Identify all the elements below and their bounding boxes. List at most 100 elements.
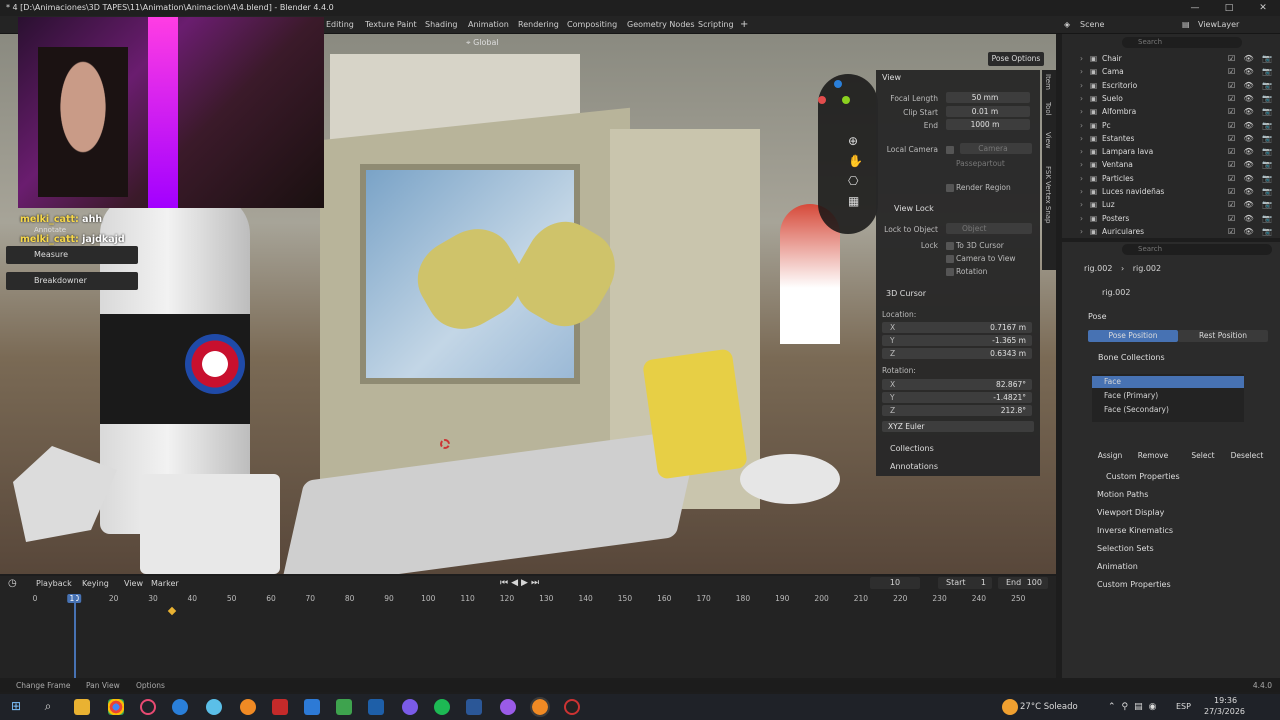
keying-menu[interactable]: Keying xyxy=(82,579,109,588)
transform-orientation-select[interactable]: Global xyxy=(473,38,499,47)
inverse-kinematics-section[interactable]: Inverse Kinematics xyxy=(1097,526,1173,535)
selection-sets-section[interactable]: Selection Sets xyxy=(1097,544,1154,553)
edge-icon[interactable] xyxy=(172,699,188,715)
expand-arrow-icon[interactable]: › xyxy=(1080,105,1083,118)
expand-arrow-icon[interactable]: › xyxy=(1080,225,1083,238)
chat-app-icon[interactable] xyxy=(500,699,516,715)
expand-arrow-icon[interactable]: › xyxy=(1080,172,1083,185)
exclude-checkbox-icon[interactable]: ☑ xyxy=(1228,185,1235,198)
outliner-item[interactable]: › ▣ Chair ☑ 👁 📷 xyxy=(1062,52,1280,65)
weather-text[interactable]: 27°C Soleado xyxy=(1020,702,1078,712)
current-frame-field[interactable]: 10 xyxy=(870,577,920,589)
camera-icon[interactable]: 📷 xyxy=(1262,65,1272,78)
visibility-toggles[interactable]: ☑ 👁 📷 xyxy=(1228,212,1272,225)
app-icon[interactable] xyxy=(206,699,222,715)
video-editor-icon[interactable] xyxy=(272,699,288,715)
outliner-item[interactable]: › ▣ Ventana ☑ 👁 📷 xyxy=(1062,158,1280,171)
3d-cursor-title[interactable]: 3D Cursor xyxy=(886,289,926,298)
camera-icon[interactable]: 📷 xyxy=(1262,92,1272,105)
pose-section-title[interactable]: Pose xyxy=(1088,312,1107,321)
keyframe-icon[interactable] xyxy=(167,606,177,616)
view-layer-icon[interactable]: ▤ xyxy=(1182,16,1190,34)
eye-icon[interactable]: 👁 xyxy=(1244,145,1254,158)
file-explorer-icon[interactable] xyxy=(74,699,90,715)
visibility-toggles[interactable]: ☑ 👁 📷 xyxy=(1228,119,1272,132)
playhead[interactable] xyxy=(74,594,76,678)
breadcrumb-object[interactable]: rig.002 xyxy=(1084,264,1112,273)
exclude-checkbox-icon[interactable]: ☑ xyxy=(1228,79,1235,92)
tool-breakdowner[interactable]: Breakdowner xyxy=(6,272,138,290)
outliner-search[interactable]: Search xyxy=(1122,37,1242,48)
z-axis-icon[interactable] xyxy=(834,80,842,88)
chrome-icon[interactable] xyxy=(108,699,124,715)
focal-length-field[interactable]: 50 mm xyxy=(946,92,1030,103)
tool-measure[interactable]: Measure xyxy=(6,246,138,264)
outliner-item[interactable]: › ▣ Particles ☑ 👁 📷 xyxy=(1062,172,1280,185)
tab-compositing[interactable]: Compositing xyxy=(567,16,617,34)
expand-arrow-icon[interactable]: › xyxy=(1080,198,1083,211)
timeline-editor-type-icon[interactable]: ◷ xyxy=(8,578,17,589)
exclude-checkbox-icon[interactable]: ☑ xyxy=(1228,212,1235,225)
add-workspace-button[interactable]: + xyxy=(740,16,748,34)
collections-section[interactable]: Collections xyxy=(890,444,934,453)
rest-position-button[interactable]: Rest Position xyxy=(1178,330,1268,342)
outliner-item[interactable]: › ▣ Lampara lava ☑ 👁 📷 xyxy=(1062,145,1280,158)
outliner-item[interactable]: › ▣ Luces navideñas ☑ 👁 📷 xyxy=(1062,185,1280,198)
y-axis-icon[interactable] xyxy=(842,96,850,104)
tab-animation[interactable]: Animation xyxy=(468,16,509,34)
assign-button[interactable]: Assign xyxy=(1090,450,1130,462)
tab-scripting[interactable]: Scripting xyxy=(698,16,734,34)
lock-object-field[interactable]: Object xyxy=(946,223,1032,234)
outliner-item[interactable]: › ▣ Auriculares ☑ 👁 📷 xyxy=(1062,225,1280,238)
cursor-rot-y[interactable]: Y -1.4821° xyxy=(882,392,1032,403)
pose-options-button[interactable]: Pose Options xyxy=(988,52,1044,66)
exclude-checkbox-icon[interactable]: ☑ xyxy=(1228,132,1235,145)
photoshop-icon[interactable] xyxy=(336,699,352,715)
outliner-item[interactable]: › ▣ Luz ☑ 👁 📷 xyxy=(1062,198,1280,211)
cursor-rot-x[interactable]: X 82.867° xyxy=(882,379,1032,390)
eye-icon[interactable]: 👁 xyxy=(1244,225,1254,238)
camera-icon[interactable]: 📷 xyxy=(1262,132,1272,145)
camera-icon[interactable]: 📷 xyxy=(1262,79,1272,92)
bone-collections-title[interactable]: Bone Collections xyxy=(1098,353,1165,362)
eye-icon[interactable]: 👁 xyxy=(1244,185,1254,198)
eye-icon[interactable]: 👁 xyxy=(1244,172,1254,185)
visibility-toggles[interactable]: ☑ 👁 📷 xyxy=(1228,92,1272,105)
exclude-checkbox-icon[interactable]: ☑ xyxy=(1228,172,1235,185)
language-indicator[interactable]: ESP xyxy=(1176,702,1191,711)
camera-icon[interactable]: 📷 xyxy=(1262,225,1272,238)
tab-shading[interactable]: Shading xyxy=(425,16,458,34)
expand-arrow-icon[interactable]: › xyxy=(1080,132,1083,145)
outliner-item[interactable]: › ▣ Posters ☑ 👁 📷 xyxy=(1062,212,1280,225)
lock-rotation-checkbox[interactable] xyxy=(946,268,954,276)
breadcrumb-armature[interactable]: rig.002 xyxy=(1133,264,1161,273)
visibility-toggles[interactable]: ☑ 👁 📷 xyxy=(1228,172,1272,185)
scene-name[interactable]: Scene xyxy=(1080,16,1104,34)
exclude-checkbox-icon[interactable]: ☑ xyxy=(1228,52,1235,65)
render-region-checkbox[interactable] xyxy=(946,184,954,192)
custom-properties-section[interactable]: Custom Properties xyxy=(1097,580,1171,589)
clip-start-field[interactable]: 0.01 m xyxy=(946,106,1030,117)
playback-menu[interactable]: Playback xyxy=(36,579,72,588)
cursor-loc-x[interactable]: X 0.7167 m xyxy=(882,322,1032,333)
object-name-field[interactable]: rig.002 xyxy=(1102,288,1130,297)
tab-tool[interactable]: Tool xyxy=(1044,102,1052,116)
visibility-toggles[interactable]: ☑ 👁 📷 xyxy=(1228,105,1272,118)
camera-icon[interactable]: 📷 xyxy=(1262,172,1272,185)
scene-icon[interactable]: ◈ xyxy=(1064,16,1070,34)
camera-view-icon[interactable]: ⎔ xyxy=(848,174,858,188)
zoom-icon[interactable]: ⊕ xyxy=(848,134,858,148)
windows-start-icon[interactable]: ⊞ xyxy=(8,699,24,715)
expand-arrow-icon[interactable]: › xyxy=(1080,92,1083,105)
camera-icon[interactable]: 📷 xyxy=(1262,185,1272,198)
tab-texture-paint[interactable]: Texture Paint xyxy=(365,16,417,34)
eye-icon[interactable]: 👁 xyxy=(1244,79,1254,92)
marker-menu[interactable]: Marker xyxy=(151,579,179,588)
visibility-toggles[interactable]: ☑ 👁 📷 xyxy=(1228,145,1272,158)
local-camera-checkbox[interactable] xyxy=(946,146,954,154)
vscode-icon[interactable] xyxy=(368,699,384,715)
eye-icon[interactable]: 👁 xyxy=(1244,158,1254,171)
start-frame-field[interactable]: Start 1 xyxy=(938,577,992,589)
expand-arrow-icon[interactable]: › xyxy=(1080,119,1083,132)
expand-arrow-icon[interactable]: › xyxy=(1080,65,1083,78)
